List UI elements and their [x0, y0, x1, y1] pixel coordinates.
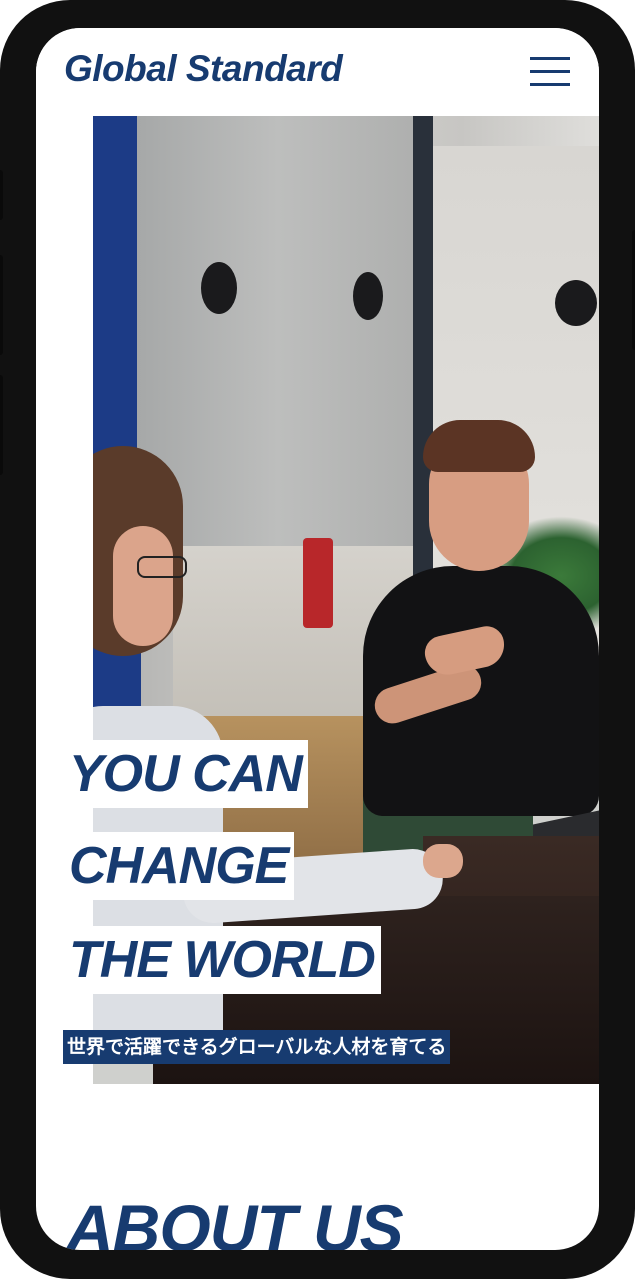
menu-bar: [530, 70, 570, 73]
side-button: [0, 170, 3, 220]
phone-frame: Global Standard YOU CAN CHANGE THE WORLD…: [0, 0, 635, 1279]
photo-wall-dot: [201, 262, 237, 314]
hero-headline-line-2: CHANGE: [63, 832, 295, 900]
photo-glasses: [137, 556, 187, 578]
photo-woman-hand: [423, 844, 463, 878]
photo-glass-partition: [137, 116, 419, 546]
photo-woman-face: [113, 526, 173, 646]
about-us-heading: ABOUT US: [66, 1191, 404, 1250]
site-logo[interactable]: Global Standard: [64, 48, 343, 90]
photo-man-hair: [423, 420, 535, 472]
volume-up-button: [0, 255, 3, 355]
menu-bar: [530, 83, 570, 86]
site-header: Global Standard: [36, 28, 599, 116]
photo-wall-dot: [555, 280, 597, 326]
hero-subheadline: 世界で活躍できるグローバルな人材を育てる: [63, 1030, 451, 1064]
hero-headline-line-3: THE WORLD: [63, 926, 381, 994]
menu-bar: [530, 57, 570, 60]
photo-fire-extinguisher: [303, 538, 333, 628]
photo-wall-dot: [353, 272, 383, 320]
hero-headline-line-1: YOU CAN: [63, 740, 308, 808]
hamburger-menu-icon[interactable]: [530, 54, 570, 90]
volume-down-button: [0, 375, 3, 475]
screen: Global Standard YOU CAN CHANGE THE WORLD…: [36, 28, 599, 1250]
